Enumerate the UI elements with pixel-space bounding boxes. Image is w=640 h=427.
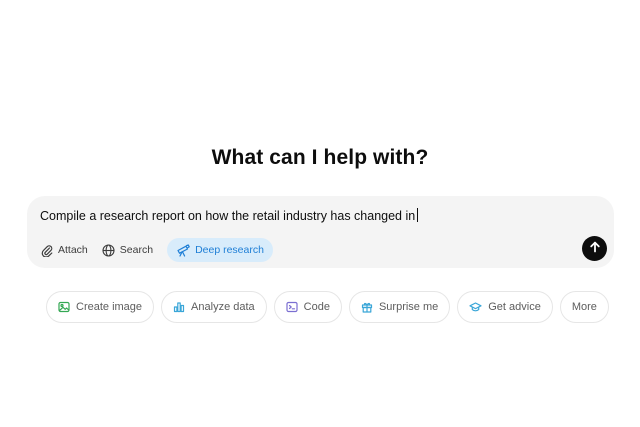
create-image-chip[interactable]: Create image bbox=[46, 291, 155, 323]
chip-label: Analyze data bbox=[191, 301, 255, 313]
text-cursor bbox=[417, 208, 419, 222]
prompt-text: Compile a research report on how the ret… bbox=[40, 209, 416, 223]
chip-label: Create image bbox=[76, 301, 143, 313]
graduation-cap-icon bbox=[469, 301, 482, 313]
surprise-me-chip[interactable]: Surprise me bbox=[348, 291, 451, 323]
send-button[interactable] bbox=[582, 236, 607, 261]
attach-button[interactable]: Attach bbox=[35, 238, 94, 262]
bar-chart-icon bbox=[173, 301, 185, 313]
page-title: What can I help with? bbox=[211, 146, 429, 169]
chip-label: Get advice bbox=[488, 301, 541, 313]
prompt-composer: Compile a research report on how the ret… bbox=[27, 196, 614, 268]
terminal-icon bbox=[286, 301, 298, 313]
arrow-up-icon bbox=[589, 240, 601, 258]
code-chip[interactable]: Code bbox=[273, 291, 342, 323]
telescope-icon bbox=[176, 243, 190, 257]
analyze-data-chip[interactable]: Analyze data bbox=[161, 291, 267, 323]
chip-label: Code bbox=[303, 301, 330, 313]
suggestion-chips: Create image Analyze data Code Surprise … bbox=[46, 291, 609, 323]
prompt-input[interactable]: Compile a research report on how the ret… bbox=[40, 208, 419, 223]
image-icon bbox=[58, 301, 70, 313]
get-advice-chip[interactable]: Get advice bbox=[457, 291, 553, 323]
chat-home: What can I help with? Compile a research… bbox=[0, 0, 640, 427]
attach-label: Attach bbox=[58, 244, 88, 256]
deep-research-button[interactable]: Deep research bbox=[167, 238, 273, 262]
search-button[interactable]: Search bbox=[96, 238, 159, 262]
gift-icon bbox=[361, 301, 373, 313]
deep-research-label: Deep research bbox=[195, 244, 264, 256]
globe-icon bbox=[102, 243, 115, 257]
paperclip-icon bbox=[41, 244, 53, 257]
search-label: Search bbox=[119, 244, 154, 256]
composer-toolbar: Attach Search Deep research bbox=[35, 237, 273, 263]
more-chip[interactable]: More bbox=[559, 291, 609, 323]
chip-label: Surprise me bbox=[378, 301, 439, 313]
chip-label: More bbox=[571, 301, 597, 313]
